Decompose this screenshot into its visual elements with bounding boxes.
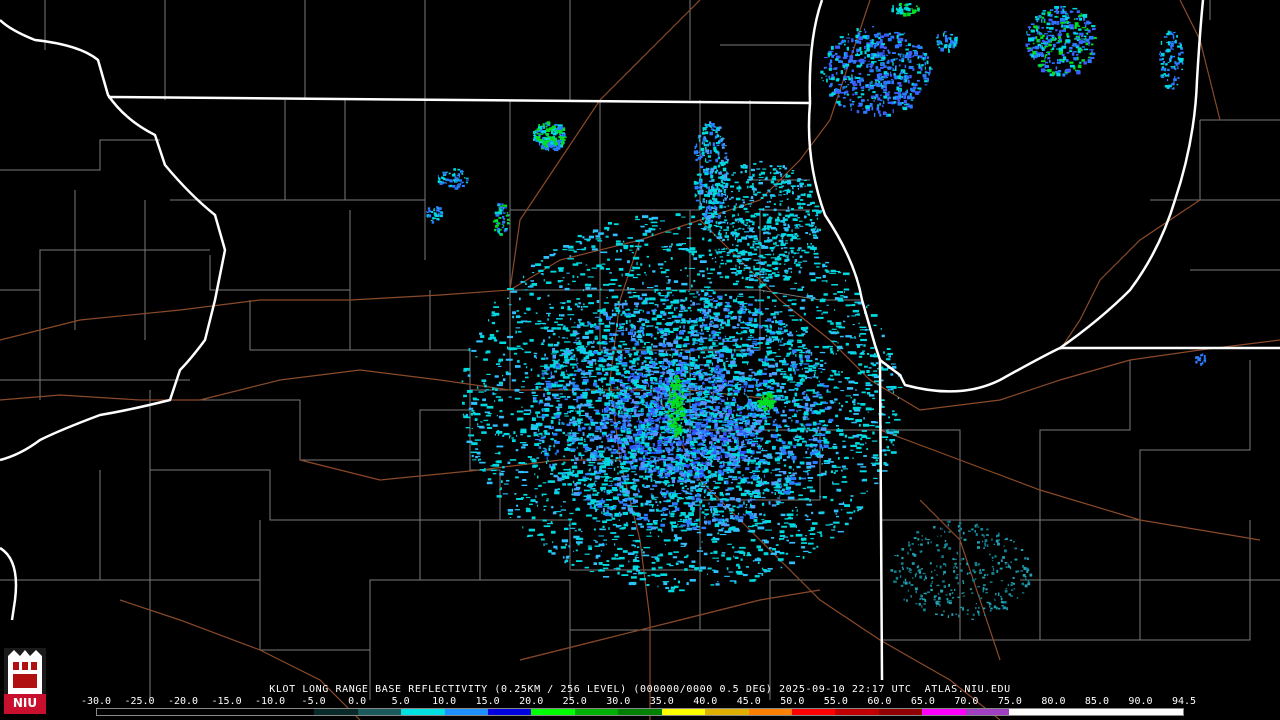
colorbar-segment [314, 709, 358, 715]
colorbar-segment [487, 709, 532, 715]
colorbar-segment [1052, 709, 1097, 715]
niu-logo-text: NIU [12, 696, 38, 710]
colorbar-tick-label: 90.0 [1128, 696, 1153, 707]
colorbar-tick-label: 75.0 [997, 696, 1022, 707]
colorbar-segment [140, 709, 184, 715]
colorbar-tick-label: 80.0 [1041, 696, 1066, 707]
colorbar-tick-label: 94.5 [1171, 696, 1197, 707]
colorbar-tick-labels: -30.0 -25.0 -20.0 -15.0 -10.0 -5.0 0.0 5.0 10.0 1… [81, 696, 1196, 708]
colorbar-segment [1096, 709, 1140, 715]
colorbar-tick-label: 50.0 [780, 696, 805, 707]
colorbar-tick-label: -20.0 [167, 696, 199, 707]
colorbar-tick-label: -10.0 [255, 696, 286, 707]
colorbar-tick-label: -25.0 [124, 696, 155, 707]
colorbar-tick-label: 35.0 [649, 696, 674, 707]
colorbar-segment [270, 709, 315, 715]
colorbar-segment [878, 709, 923, 715]
radar-map [0, 0, 1280, 720]
county-boundaries [0, 0, 1280, 700]
colorbar-segment [922, 709, 966, 715]
colorbar-tick-label: 30.0 [606, 696, 631, 707]
colorbar-segment [357, 709, 402, 715]
colorbar-segment [227, 709, 271, 715]
colorbar-segment [661, 709, 706, 715]
colorbar-tick-label: 40.0 [693, 696, 718, 707]
colorbar-tick-label: -30.0 [80, 696, 112, 707]
colorbar-segment [835, 709, 879, 715]
colorbar-tick-label: 20.0 [519, 696, 544, 707]
product-caption: KLOT LONG RANGE BASE REFLECTIVITY (0.25K… [269, 684, 1011, 695]
colorbar-tick-label: 70.0 [954, 696, 979, 707]
colorbar-tick-label: 15.0 [475, 696, 500, 707]
colorbar-segment [618, 709, 662, 715]
colorbar-tick-label: 60.0 [867, 696, 892, 707]
colorbar-segment [1009, 709, 1053, 715]
colorbar-segment [401, 709, 445, 715]
radar-site-marker [736, 394, 748, 406]
colorbar-segment [97, 709, 141, 715]
colorbar-segment [748, 709, 792, 715]
colorbar-tick-label: 85.0 [1084, 696, 1109, 707]
radar-echoes [426, 2, 1207, 620]
colorbar-tick-label: 0.0 [348, 696, 367, 707]
colorbar-tick-label: 55.0 [823, 696, 848, 707]
colorbar-tick-label: 5.0 [391, 696, 410, 707]
colorbar-tick-label: -5.0 [301, 696, 326, 707]
colorbar-tick-label: 45.0 [736, 696, 761, 707]
colorbar-tick-label: 10.0 [432, 696, 457, 707]
reflectivity-colorbar [96, 708, 1184, 716]
colorbar-segment [705, 709, 749, 715]
colorbar-segment [965, 709, 1010, 715]
colorbar-tick-label: 25.0 [562, 696, 587, 707]
colorbar-segment [531, 709, 575, 715]
colorbar-segment [444, 709, 488, 715]
colorbar-tick-label: -15.0 [211, 696, 242, 707]
highways [0, 0, 1280, 720]
colorbar-segment [183, 709, 228, 715]
colorbar-segment [792, 709, 836, 715]
colorbar-tick-label: 65.0 [910, 696, 935, 707]
colorbar-segment [1139, 709, 1183, 715]
colorbar-segment [574, 709, 619, 715]
